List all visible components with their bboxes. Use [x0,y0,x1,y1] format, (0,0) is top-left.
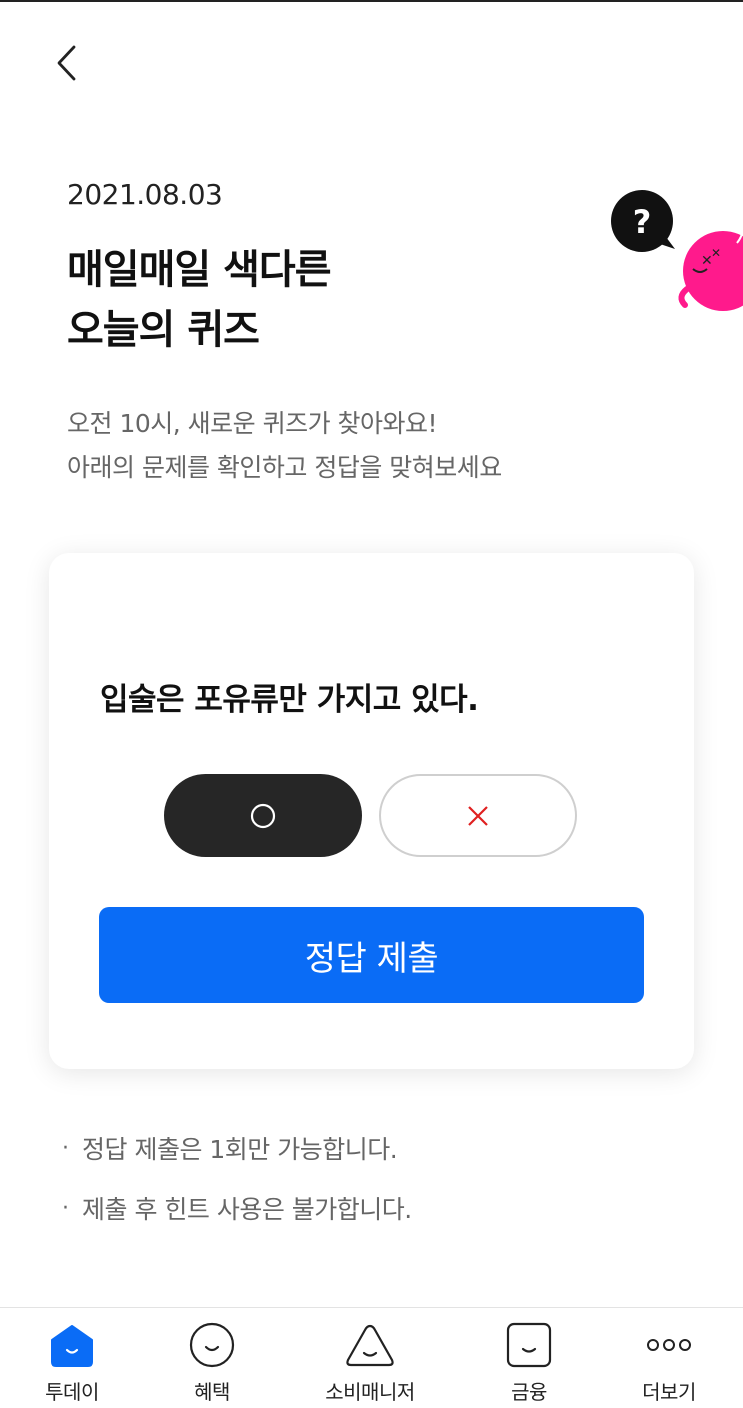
bullet-dot: · [62,1135,69,1161]
notice-list: · 정답 제출은 1회만 가능합니다. · 제출 후 힌트 사용은 불가합니다. [62,1118,412,1238]
nav-item-benefits[interactable]: 혜택 [162,1308,262,1408]
pink-character-icon: ✕ ✕ [678,224,743,311]
quiz-card: 입술은 포유류만 가지고 있다. 정답 제출 [49,553,694,1069]
square-face-icon [506,1322,552,1368]
nav-label-spending-manager: 소비매니저 [325,1380,415,1404]
submit-answer-button[interactable]: 정답 제출 [99,907,644,1003]
circle-o-icon [250,803,276,828]
chevron-left-icon [57,45,76,81]
triangle-face-icon [346,1324,394,1367]
nav-label-more: 더보기 [642,1380,696,1404]
answer-true-button[interactable] [164,774,362,857]
nav-item-finance[interactable]: 금융 [479,1308,579,1408]
page-title: 매일매일 색다른 오늘의 퀴즈 [67,240,332,360]
notice-text: 제출 후 힌트 사용은 불가합니다. [82,1195,412,1224]
smile-circle-icon [189,1322,235,1368]
quiz-page: 2021.08.03 매일매일 색다른 오늘의 퀴즈 오전 10시, 새로운 퀴… [0,0,743,1408]
question-bubble-icon: ? [611,190,675,252]
svg-text:✕: ✕ [711,246,721,260]
nav-item-spending-manager[interactable]: 소비매니저 [310,1308,430,1408]
notice-text: 정답 제출은 1회만 가능합니다. [82,1135,398,1164]
back-button[interactable] [48,40,88,86]
quiz-question: 입술은 포유류만 가지고 있다. [100,682,479,718]
notice-item: · 제출 후 힌트 사용은 불가합니다. [62,1178,412,1238]
description-line-2: 아래의 문제를 확인하고 정답을 맞혀보세요 [67,453,502,482]
more-dots-icon [647,1339,691,1351]
nav-label-today: 투데이 [45,1380,99,1404]
bubble-text: ? [633,203,652,241]
bullet-dot: · [62,1195,69,1221]
title-line-2: 오늘의 퀴즈 [67,307,260,353]
nav-item-today[interactable]: 투데이 [22,1308,122,1408]
bottom-navigation: 투데이 혜택 소비매니저 금융 더보기 [0,1307,743,1408]
description-line-1: 오전 10시, 새로운 퀴즈가 찾아와요! [67,409,438,438]
status-divider [0,0,743,2]
home-icon [51,1325,93,1367]
answer-false-button[interactable] [379,774,577,857]
quiz-date: 2021.08.03 [67,178,223,211]
nav-label-benefits: 혜택 [194,1380,230,1404]
quiz-mascot-illustration: ? ✕ ✕ [611,190,743,311]
nav-label-finance: 금융 [511,1380,547,1404]
title-line-1: 매일매일 색다른 [67,247,332,293]
quiz-description: 오전 10시, 새로운 퀴즈가 찾아와요! 아래의 문제를 확인하고 정답을 맞… [67,402,502,490]
cross-x-icon [468,805,488,826]
notice-item: · 정답 제출은 1회만 가능합니다. [62,1118,412,1178]
nav-item-more[interactable]: 더보기 [619,1308,719,1408]
